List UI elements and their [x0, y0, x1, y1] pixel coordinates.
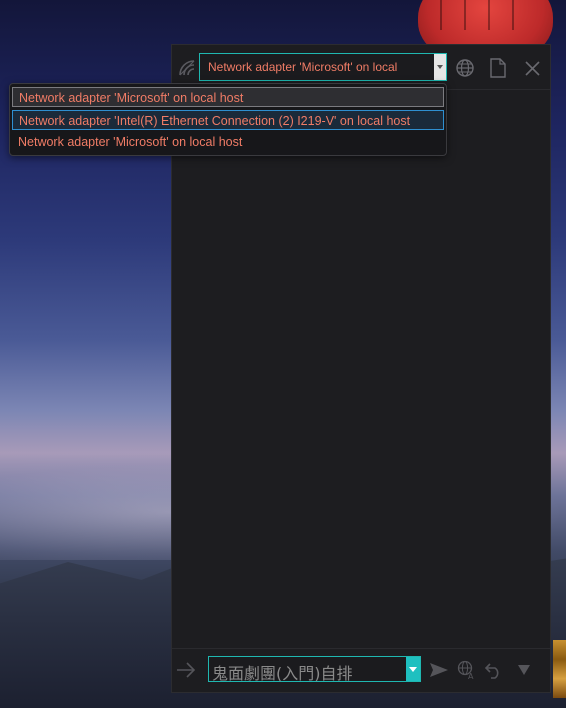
- svg-text:A: A: [468, 672, 474, 680]
- chevron-down-icon[interactable]: [434, 54, 446, 80]
- packet-log-area: [172, 90, 550, 650]
- close-icon[interactable]: [525, 61, 540, 76]
- network-adapter-dropdown: Network adapter 'Microsoft' on local hos…: [9, 83, 447, 156]
- undo-icon[interactable]: [485, 661, 503, 679]
- network-adapter-select[interactable]: Network adapter 'Microsoft' on local: [199, 53, 447, 81]
- translate-icon[interactable]: A: [457, 660, 477, 680]
- send-icon[interactable]: [429, 662, 449, 678]
- wifi-signal-icon[interactable]: [178, 59, 196, 77]
- triangle-down-icon[interactable]: [517, 664, 531, 676]
- globe-icon[interactable]: [455, 58, 475, 78]
- adapter-option[interactable]: Network adapter 'Intel(R) Ethernet Conne…: [12, 110, 444, 130]
- filter-input[interactable]: 鬼面劇團(入門)自排: [208, 656, 421, 683]
- adapter-option[interactable]: Network adapter 'Microsoft' on local hos…: [12, 87, 444, 107]
- panel-footer: 鬼面劇團(入門)自排 A: [172, 648, 550, 692]
- adapter-option[interactable]: Network adapter 'Microsoft' on local hos…: [12, 132, 444, 152]
- filter-input-value: 鬼面劇團(入門)自排: [212, 664, 353, 683]
- chevron-down-icon[interactable]: [406, 657, 420, 681]
- new-file-icon[interactable]: [489, 58, 507, 78]
- arrow-right-icon[interactable]: [176, 661, 196, 679]
- desktop-edge-ornament: [553, 640, 566, 698]
- adapter-select-value: Network adapter 'Microsoft' on local: [208, 60, 398, 74]
